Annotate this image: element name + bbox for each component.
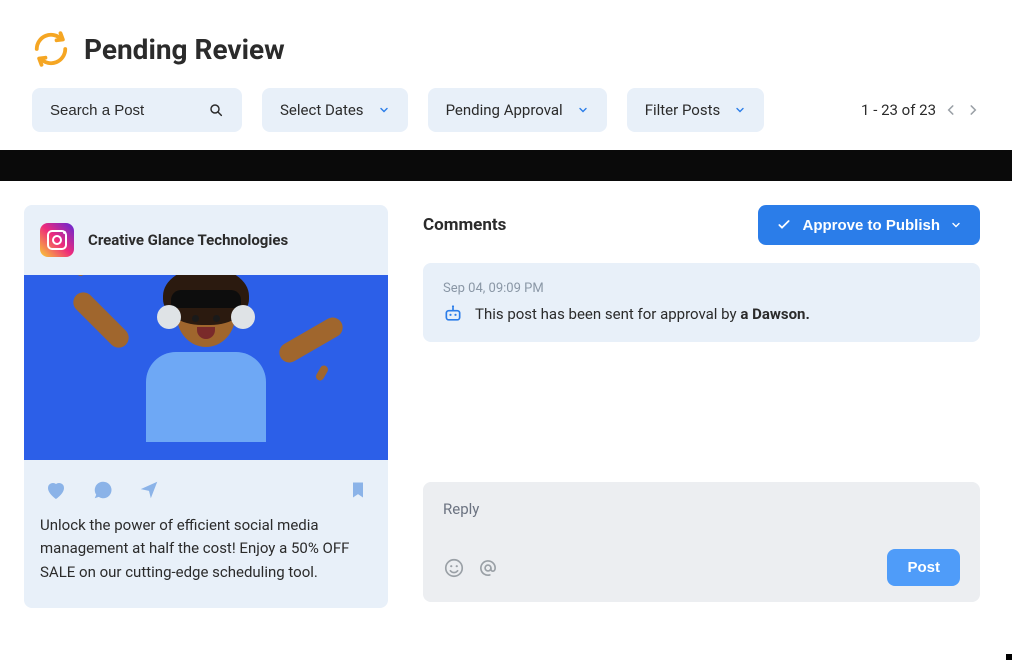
emoji-icon[interactable] <box>443 557 465 579</box>
select-dates-label: Select Dates <box>280 101 364 119</box>
separator-bar <box>0 150 1012 181</box>
chevron-down-icon <box>950 219 962 231</box>
pager-prev-icon[interactable] <box>944 103 958 117</box>
bot-icon <box>443 304 463 324</box>
corner-notch <box>1006 654 1012 660</box>
reply-box[interactable]: Post <box>423 482 980 602</box>
post-account-name: Creative Glance Technologies <box>88 231 288 249</box>
refresh-icon <box>32 30 70 68</box>
page-title: Pending Review <box>84 33 285 66</box>
filter-posts-dropdown[interactable]: Filter Posts <box>627 88 765 132</box>
system-event-timestamp: Sep 04, 09:09 PM <box>443 281 960 296</box>
select-dates-dropdown[interactable]: Select Dates <box>262 88 408 132</box>
reply-input[interactable] <box>443 500 960 536</box>
system-event-text: This post has been sent for approval by … <box>475 305 810 323</box>
post-card: Creative Glance Technologies Unlock the <box>24 205 388 608</box>
instagram-icon <box>40 223 74 257</box>
status-dropdown[interactable]: Pending Approval <box>428 88 607 132</box>
post-reply-button[interactable]: Post <box>887 549 960 586</box>
post-caption: Unlock the power of efficient social med… <box>24 514 388 608</box>
status-label: Pending Approval <box>446 101 563 119</box>
pager-next-icon[interactable] <box>966 103 980 117</box>
comment-icon[interactable] <box>92 479 114 501</box>
system-event-card: Sep 04, 09:09 PM This post has been sent… <box>423 263 980 342</box>
search-post-box[interactable] <box>32 88 242 132</box>
approve-to-publish-button[interactable]: Approve to Publish <box>758 205 980 245</box>
bookmark-icon[interactable] <box>348 478 368 502</box>
search-icon <box>208 102 224 118</box>
post-image <box>24 275 388 460</box>
check-icon <box>776 217 792 233</box>
comments-heading: Comments <box>423 215 506 235</box>
pager-range: 1 - 23 of 23 <box>861 101 936 119</box>
filter-posts-label: Filter Posts <box>645 101 721 119</box>
search-input[interactable] <box>50 102 190 119</box>
chevron-down-icon <box>734 104 746 116</box>
chevron-down-icon <box>378 104 390 116</box>
chevron-down-icon <box>577 104 589 116</box>
approve-label: Approve to Publish <box>802 217 940 234</box>
heart-icon[interactable] <box>44 478 68 502</box>
share-icon[interactable] <box>138 479 160 501</box>
mention-icon[interactable] <box>477 557 499 579</box>
